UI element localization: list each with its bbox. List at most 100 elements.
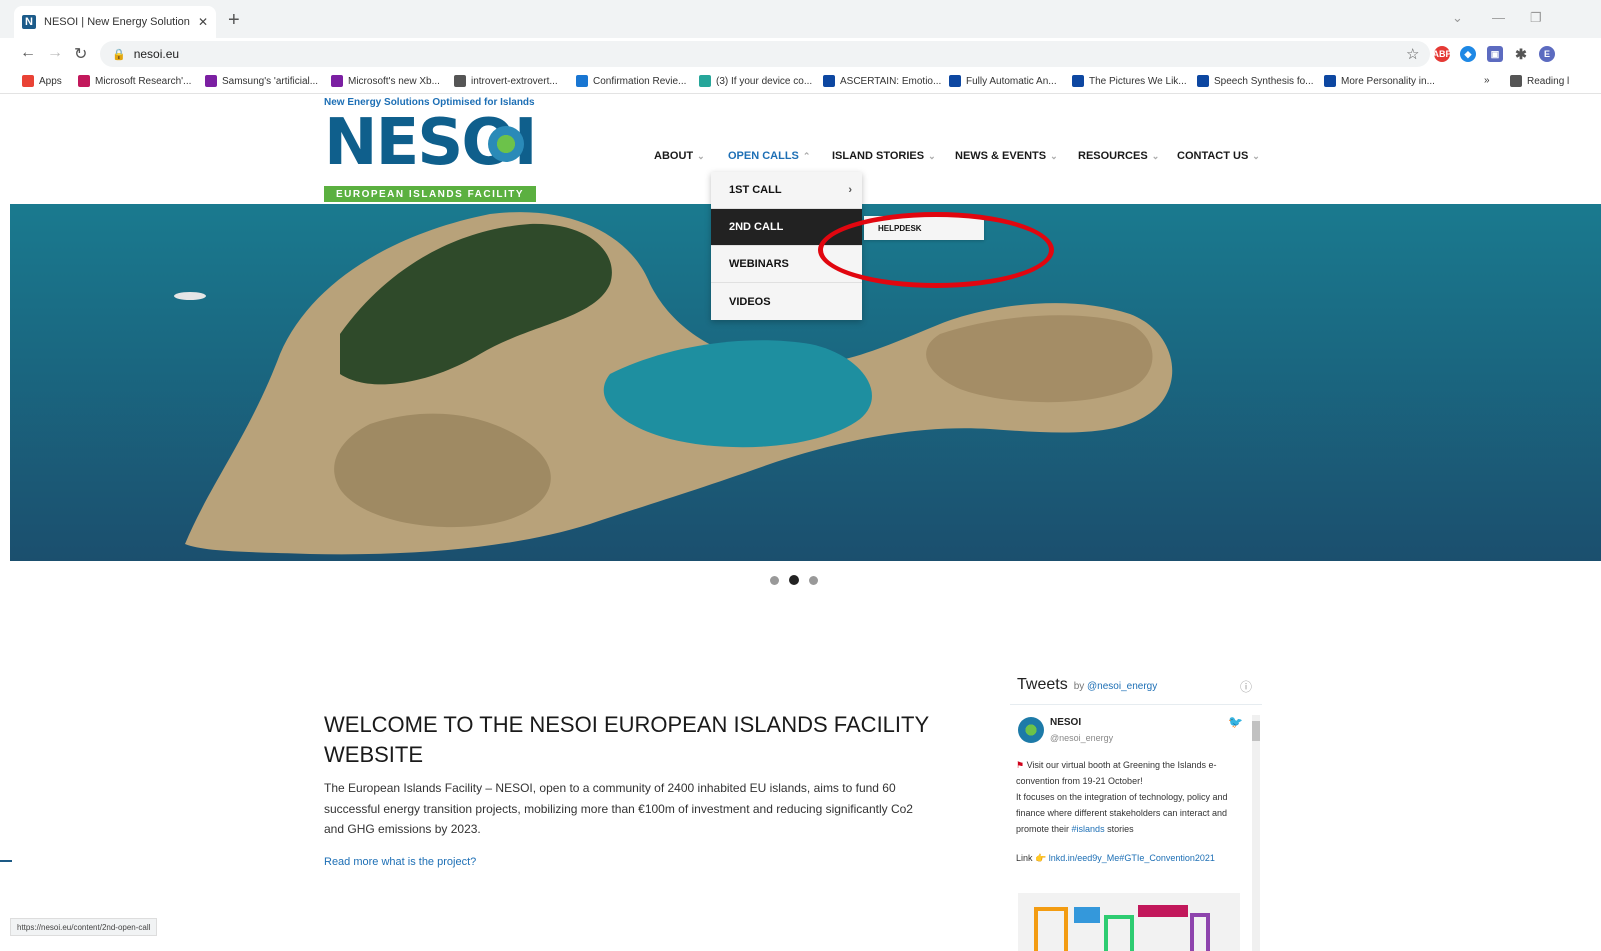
bookmark-label: Fully Automatic An... — [966, 75, 1057, 87]
tweet-link-line: Link 👉 lnkd.in/eed9y_Me#GTIe_Convention2… — [1016, 853, 1215, 864]
bookmark-item[interactable]: Microsoft's new Xb... — [331, 75, 440, 87]
nav-about[interactable]: ABOUT ⌄ — [654, 150, 705, 162]
bookmark-item[interactable]: Reading l — [1510, 75, 1569, 87]
bookmark-label: Confirmation Revie... — [593, 75, 687, 87]
tweet-link-url[interactable]: lnkd.in/eed9y_Me#GTIe_Convention2021 — [1049, 853, 1215, 863]
nav-contact-us[interactable]: CONTACT US ⌄ — [1177, 150, 1260, 162]
tweet-text: ⚑ Visit our virtual booth at Greening th… — [1016, 757, 1244, 837]
url-field[interactable]: 🔒 nesoi.eu — [100, 41, 1430, 67]
apps-grid-icon — [22, 75, 34, 87]
adblock-extension-icon[interactable]: ABP — [1433, 46, 1452, 62]
restore-icon[interactable]: ❐ — [1530, 10, 1542, 26]
bookmark-label: introvert-extrovert... — [471, 75, 558, 87]
ieee-favicon-icon — [1197, 75, 1209, 87]
tweet-author-name[interactable]: NESOI — [1050, 717, 1081, 728]
info-icon[interactable]: ⓘ — [1240, 678, 1252, 695]
browser-tab[interactable]: N NESOI | New Energy Solutions O ✕ — [14, 6, 216, 38]
menu-item-1st-call[interactable]: 1ST CALL › — [711, 172, 862, 209]
minimize-icon[interactable]: — — [1492, 10, 1505, 25]
menu-item-videos-label: VIDEOS — [729, 295, 771, 308]
tweets-title: Tweets — [1017, 676, 1068, 693]
cast-extension-icon[interactable]: ▣ — [1487, 46, 1503, 62]
read-more-link[interactable]: Read more what is the project? — [324, 856, 476, 868]
bookmark-label: Apps — [39, 75, 62, 87]
bookmark-label: » — [1484, 75, 1490, 86]
chevron-right-icon: › — [848, 184, 852, 196]
welcome-title: WELCOME TO THE NESOI EUROPEAN ISLANDS FA… — [324, 712, 929, 767]
bookmark-item[interactable]: Microsoft Research'... — [78, 75, 191, 87]
bookmarks-bar: Apps Microsoft Research'... Samsung's 'art… — [0, 70, 1601, 94]
bookmark-label: (3) If your device co... — [716, 75, 813, 87]
bookmark-item[interactable]: Fully Automatic An... — [949, 75, 1057, 87]
pointing-hand-icon: 👉 — [1035, 853, 1047, 863]
bookmark-label: More Personality in... — [1341, 75, 1435, 87]
nav-about-label: ABOUT — [654, 150, 694, 162]
carousel-dot-1[interactable] — [770, 576, 779, 585]
bookmark-item[interactable]: Apps — [22, 75, 62, 87]
img-favicon-icon — [454, 75, 466, 87]
nav-news-events-label: NEWS & EVENTS — [955, 150, 1047, 162]
nav-open-calls[interactable]: OPEN CALLS ⌃ — [728, 150, 810, 162]
nav-contact-us-label: CONTACT US — [1177, 150, 1249, 162]
bookmark-item[interactable]: The Pictures We Lik... — [1072, 75, 1187, 87]
puzzle-extensions-icon[interactable]: ✱ — [1513, 46, 1529, 62]
bookmark-label: Microsoft's new Xb... — [348, 75, 440, 87]
tweet-avatar[interactable] — [1018, 717, 1044, 743]
carousel-dot-3[interactable] — [809, 576, 818, 585]
lock-icon: 🔒 — [112, 48, 126, 61]
scrollbar-thumb[interactable] — [1252, 721, 1260, 741]
menu-item-videos[interactable]: VIDEOS — [711, 283, 862, 320]
forward-icon[interactable]: → — [47, 44, 63, 62]
back-icon[interactable]: ← — [20, 44, 36, 62]
browser-tab-strip: N NESOI | New Energy Solutions O ✕ + ⌄ —… — [0, 0, 1601, 38]
red-flag-icon: ⚑ — [1016, 760, 1025, 770]
V-favicon-icon — [205, 75, 217, 87]
profile-avatar-icon[interactable]: E — [1539, 46, 1555, 62]
bookmark-label: Microsoft Research'... — [95, 75, 192, 87]
bookmark-item[interactable]: introvert-extrovert... — [454, 75, 558, 87]
bookmark-item[interactable]: (3) If your device co... — [699, 75, 812, 87]
ieee-favicon-icon — [949, 75, 961, 87]
page-edge-marker — [0, 860, 12, 862]
chevron-down-icon: ⌄ — [697, 151, 705, 161]
twitter-bird-icon: 🐦 — [1228, 715, 1243, 729]
logo-globe-icon — [488, 126, 524, 162]
tweets-by-label: by — [1073, 681, 1085, 692]
bookmark-item[interactable]: » — [1484, 75, 1490, 86]
extension-icon[interactable]: ◆ — [1460, 46, 1476, 62]
nav-news-events[interactable]: NEWS & EVENTS ⌄ — [955, 150, 1058, 162]
reading-list-icon — [1510, 75, 1522, 87]
tweet-media-image[interactable] — [1018, 893, 1240, 951]
tab-title: NESOI | New Energy Solutions O — [44, 16, 190, 28]
red-annotation-ellipse — [818, 212, 1054, 288]
nav-island-stories[interactable]: ISLAND STORIES ⌄ — [832, 150, 936, 162]
close-tab-icon[interactable]: ✕ — [198, 15, 208, 29]
new-tab-icon[interactable]: + — [228, 9, 240, 32]
ieee-favicon-icon — [1324, 75, 1336, 87]
tweet-link-label: Link — [1016, 853, 1033, 863]
tab-search-chevron-icon[interactable]: ⌄ — [1452, 10, 1463, 26]
nav-resources[interactable]: RESOURCES ⌄ — [1078, 150, 1159, 162]
tweet-author-handle[interactable]: @nesoi_energy — [1050, 733, 1113, 743]
bookmark-item[interactable]: Speech Synthesis fo... — [1197, 75, 1314, 87]
bookmark-item[interactable]: ASCERTAIN: Emotio... — [823, 75, 941, 87]
ieee-favicon-icon — [1072, 75, 1084, 87]
nav-island-stories-label: ISLAND STORIES — [832, 150, 925, 162]
tweet-card: NESOI @nesoi_energy 🐦 ⚑ Visit our virtua… — [1010, 704, 1262, 951]
tweet-text-tail: stories — [1107, 824, 1134, 834]
site-logo[interactable]: New Energy Solutions Optimised for Islan… — [324, 97, 540, 202]
carousel-dot-2[interactable] — [789, 575, 799, 585]
ieee-favicon-icon — [823, 75, 835, 87]
bookmark-label: Samsung's 'artificial... — [222, 75, 319, 87]
bookmark-star-icon[interactable]: ☆ — [1406, 45, 1419, 63]
tweet-hashtag-link[interactable]: #islands — [1072, 824, 1105, 834]
bookmark-item[interactable]: Confirmation Revie... — [576, 75, 686, 87]
reload-icon[interactable]: ↻ — [74, 44, 87, 64]
VB-favicon-icon — [78, 75, 90, 87]
bookmark-item[interactable]: More Personality in... — [1324, 75, 1435, 87]
tweet-scrollbar[interactable] — [1252, 715, 1260, 951]
nav-resources-label: RESOURCES — [1078, 150, 1148, 162]
tweets-handle-link[interactable]: @nesoi_energy — [1087, 681, 1157, 692]
bookmark-item[interactable]: Samsung's 'artificial... — [205, 75, 318, 87]
bookmark-label: Reading l — [1527, 75, 1570, 87]
